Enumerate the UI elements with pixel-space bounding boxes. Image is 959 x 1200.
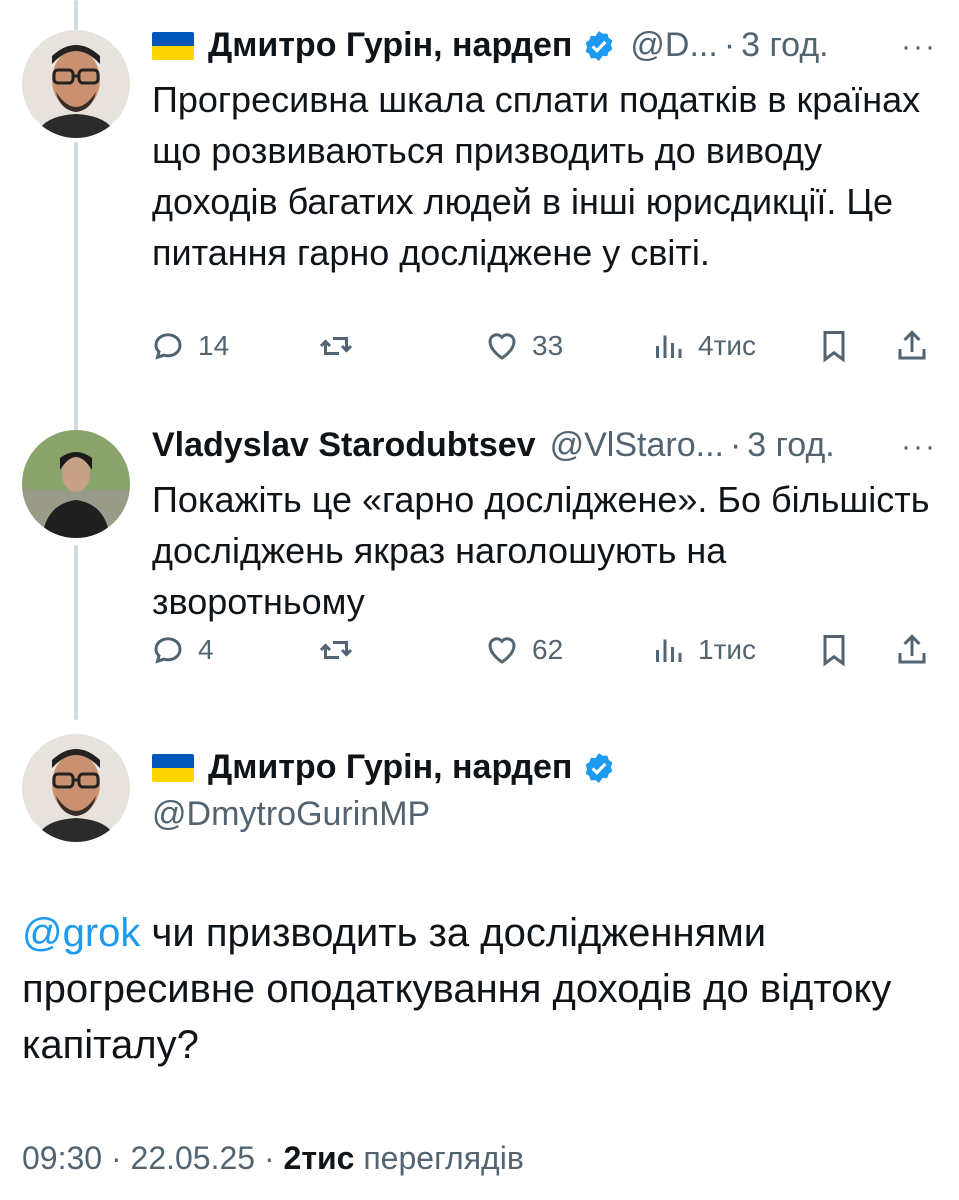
tweet-text: @grok чи призводить за дослідженнями про… bbox=[22, 905, 922, 1073]
reply-button[interactable]: 4 bbox=[150, 632, 214, 668]
more-icon[interactable]: ··· bbox=[901, 430, 937, 464]
views-count: 4тис bbox=[698, 330, 757, 361]
reply-icon bbox=[154, 333, 182, 360]
author-handle[interactable]: @VlStaro... bbox=[550, 426, 724, 465]
views-count: 2тис bbox=[283, 1140, 355, 1176]
bookmark-icon bbox=[823, 635, 845, 667]
ukraine-flag-icon bbox=[152, 753, 194, 782]
tweet-date[interactable]: 22.05.25 bbox=[131, 1140, 256, 1176]
bookmark-button[interactable] bbox=[816, 632, 852, 668]
views-icon bbox=[656, 335, 682, 358]
views-button[interactable]: 1тис bbox=[650, 632, 756, 668]
separator-dot: · bbox=[263, 1140, 284, 1176]
views-button[interactable]: 4тис bbox=[650, 328, 756, 364]
author-name[interactable]: Дмитро Гурін, нардеп bbox=[208, 748, 572, 787]
avatar[interactable] bbox=[22, 734, 130, 842]
like-button[interactable]: 62 bbox=[484, 632, 563, 668]
tweet-header: Дмитро Гурін, нардеп @D... · 3 год. bbox=[152, 26, 829, 65]
tweet-meta: 09:30 · 22.05.25 · 2тис переглядів bbox=[22, 1140, 524, 1177]
author-name[interactable]: Vladyslav Starodubtsev bbox=[152, 426, 536, 465]
ukraine-flag-icon bbox=[152, 31, 194, 60]
thread-line bbox=[74, 0, 78, 30]
like-count: 33 bbox=[532, 330, 564, 361]
author-handle[interactable]: @DmytroGurinMP bbox=[152, 795, 430, 834]
thread-line bbox=[74, 142, 78, 430]
retweet-button[interactable] bbox=[318, 328, 354, 364]
tweet-actions: 14 33 4тис bbox=[150, 328, 940, 368]
avatar[interactable] bbox=[22, 430, 130, 538]
views-icon bbox=[656, 639, 682, 662]
views-count: 1тис bbox=[698, 634, 757, 665]
retweet-button[interactable] bbox=[318, 632, 354, 668]
reply-button[interactable]: 14 bbox=[150, 328, 229, 364]
views-label: переглядів bbox=[363, 1140, 524, 1176]
like-button[interactable]: 33 bbox=[484, 328, 563, 364]
author-name[interactable]: Дмитро Гурін, нардеп bbox=[208, 26, 572, 65]
like-icon bbox=[488, 333, 516, 360]
separator-dot: · bbox=[729, 426, 742, 464]
retweet-icon bbox=[319, 641, 353, 659]
tweet-text: Прогресивна шкала сплати податків в краї… bbox=[152, 79, 921, 273]
share-button[interactable] bbox=[894, 632, 930, 668]
author-handle[interactable]: @D... bbox=[630, 26, 717, 65]
reply-count: 4 bbox=[198, 634, 214, 665]
tweet-time[interactable]: 3 год. bbox=[741, 26, 828, 65]
avatar[interactable] bbox=[22, 30, 130, 138]
share-icon bbox=[898, 330, 926, 360]
reply-icon bbox=[154, 637, 182, 664]
tweet-body: чи призводить за дослідженнями прогресив… bbox=[22, 911, 892, 1067]
thread-line bbox=[74, 545, 78, 720]
mention-link[interactable]: @grok bbox=[22, 911, 140, 955]
share-icon bbox=[898, 634, 926, 664]
separator-dot: · bbox=[110, 1140, 131, 1176]
like-icon bbox=[488, 637, 516, 664]
tweet-text: Покажіть це «гарно досліджене». Бо більш… bbox=[152, 479, 930, 622]
more-icon[interactable]: ··· bbox=[901, 30, 937, 64]
tweet-time[interactable]: 09:30 bbox=[22, 1140, 102, 1176]
verified-badge-icon bbox=[586, 30, 613, 61]
like-count: 62 bbox=[532, 634, 564, 665]
tweet-header: Дмитро Гурін, нардеп bbox=[152, 748, 616, 787]
tweet-header: Vladyslav Starodubtsev @VlStaro... · 3 г… bbox=[152, 426, 835, 465]
tweet-time[interactable]: 3 год. bbox=[747, 426, 834, 465]
bookmark-icon bbox=[823, 331, 845, 363]
verified-badge-icon bbox=[586, 752, 613, 783]
share-button[interactable] bbox=[894, 328, 930, 364]
tweet-actions: 4 62 1тис bbox=[150, 632, 940, 672]
reply-count: 14 bbox=[198, 330, 230, 361]
retweet-icon bbox=[319, 337, 353, 355]
bookmark-button[interactable] bbox=[816, 328, 852, 364]
separator-dot: · bbox=[723, 26, 736, 64]
